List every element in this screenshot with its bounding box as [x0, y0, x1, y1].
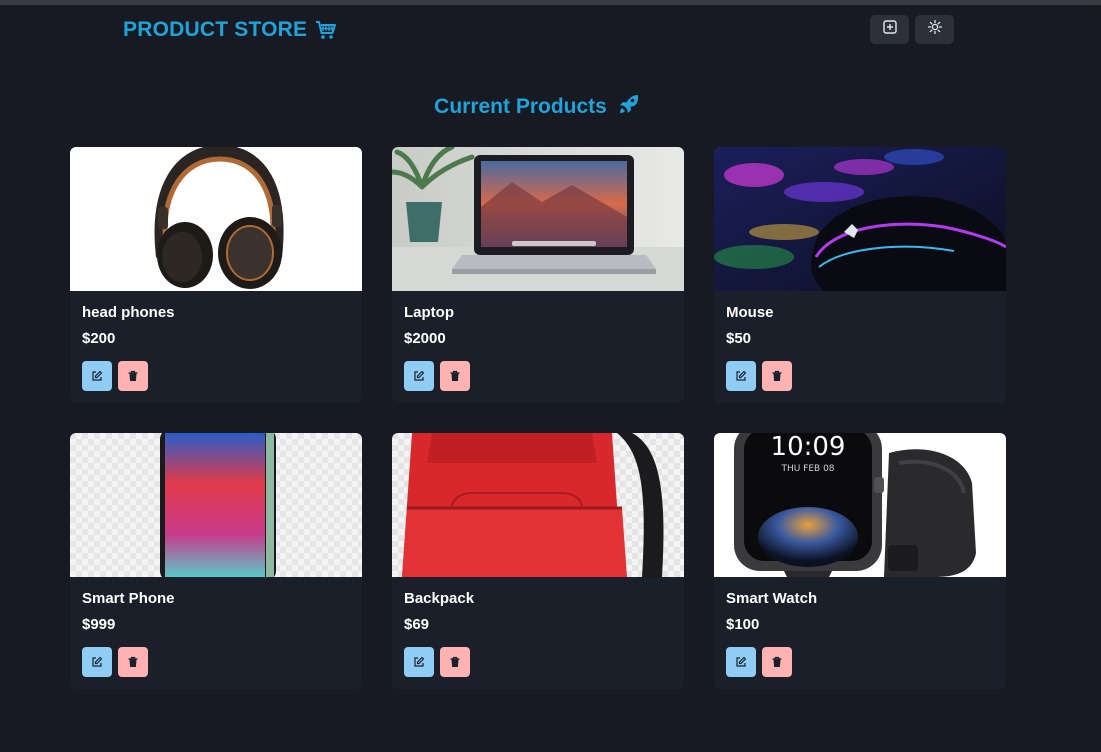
product-card: Smart Phone $999	[70, 433, 362, 689]
trash-icon	[771, 656, 783, 668]
delete-product-button[interactable]	[440, 361, 470, 391]
trash-icon	[449, 656, 461, 668]
product-card: Mouse $50	[714, 147, 1006, 403]
product-name: Laptop	[404, 304, 454, 321]
edit-icon	[413, 656, 425, 668]
product-price: $100	[726, 616, 760, 633]
watch-time: 10:09	[771, 433, 846, 462]
product-price: $999	[82, 616, 116, 633]
delete-product-button[interactable]	[440, 647, 470, 677]
product-image-smartwatch: 10:09 THU FEB 08	[714, 433, 1006, 577]
product-card: Laptop $2000	[392, 147, 684, 403]
edit-icon	[91, 656, 103, 668]
product-name: Backpack	[404, 590, 475, 607]
shopping-cart-icon	[315, 20, 337, 40]
product-image-backpack	[392, 433, 684, 577]
edit-icon	[735, 370, 747, 382]
edit-icon	[413, 370, 425, 382]
create-product-button[interactable]	[870, 15, 909, 44]
product-price: $50	[726, 330, 752, 347]
trash-icon	[771, 370, 783, 382]
delete-product-button[interactable]	[118, 647, 148, 677]
edit-icon	[735, 656, 747, 668]
toggle-theme-button[interactable]	[915, 15, 954, 44]
edit-product-button[interactable]	[404, 647, 434, 677]
trash-icon	[127, 370, 139, 382]
trash-icon	[449, 370, 461, 382]
product-card: 10:09 THU FEB 08 Smart Watch $100	[714, 433, 1006, 689]
delete-product-button[interactable]	[118, 361, 148, 391]
product-name: Mouse	[726, 304, 774, 321]
page-title: Current Products	[0, 92, 1075, 122]
brand-link[interactable]: PRODUCT STORE	[123, 18, 337, 42]
edit-product-button[interactable]	[726, 647, 756, 677]
edit-product-button[interactable]	[82, 647, 112, 677]
page-title-text: Current Products	[434, 95, 607, 118]
edit-product-button[interactable]	[404, 361, 434, 391]
trash-icon	[127, 656, 139, 668]
product-card: Backpack $69	[392, 433, 684, 689]
product-card: head phones $200	[70, 147, 362, 403]
product-image-headphones	[70, 147, 362, 291]
product-grid: head phones $200 Laptop $2000 Mouse $50 …	[70, 147, 1006, 689]
product-price: $69	[404, 616, 430, 633]
product-price: $2000	[404, 330, 446, 347]
watch-date: THU FEB 08	[780, 464, 834, 474]
product-name: Smart Phone	[82, 590, 175, 607]
edit-product-button[interactable]	[82, 361, 112, 391]
product-name: Smart Watch	[726, 590, 818, 607]
edit-icon	[91, 370, 103, 382]
product-image-laptop	[392, 147, 684, 291]
delete-product-button[interactable]	[762, 361, 792, 391]
product-image-smartphone	[70, 433, 362, 577]
plus-square-icon	[882, 20, 897, 39]
brand-title: PRODUCT STORE	[123, 18, 308, 41]
browser-top-edge	[0, 0, 1101, 5]
product-name: head phones	[82, 304, 175, 321]
sun-icon	[927, 19, 942, 39]
product-image-mouse	[714, 147, 1006, 291]
edit-product-button[interactable]	[726, 361, 756, 391]
rocket-icon	[617, 92, 641, 122]
product-price: $200	[82, 330, 116, 347]
delete-product-button[interactable]	[762, 647, 792, 677]
